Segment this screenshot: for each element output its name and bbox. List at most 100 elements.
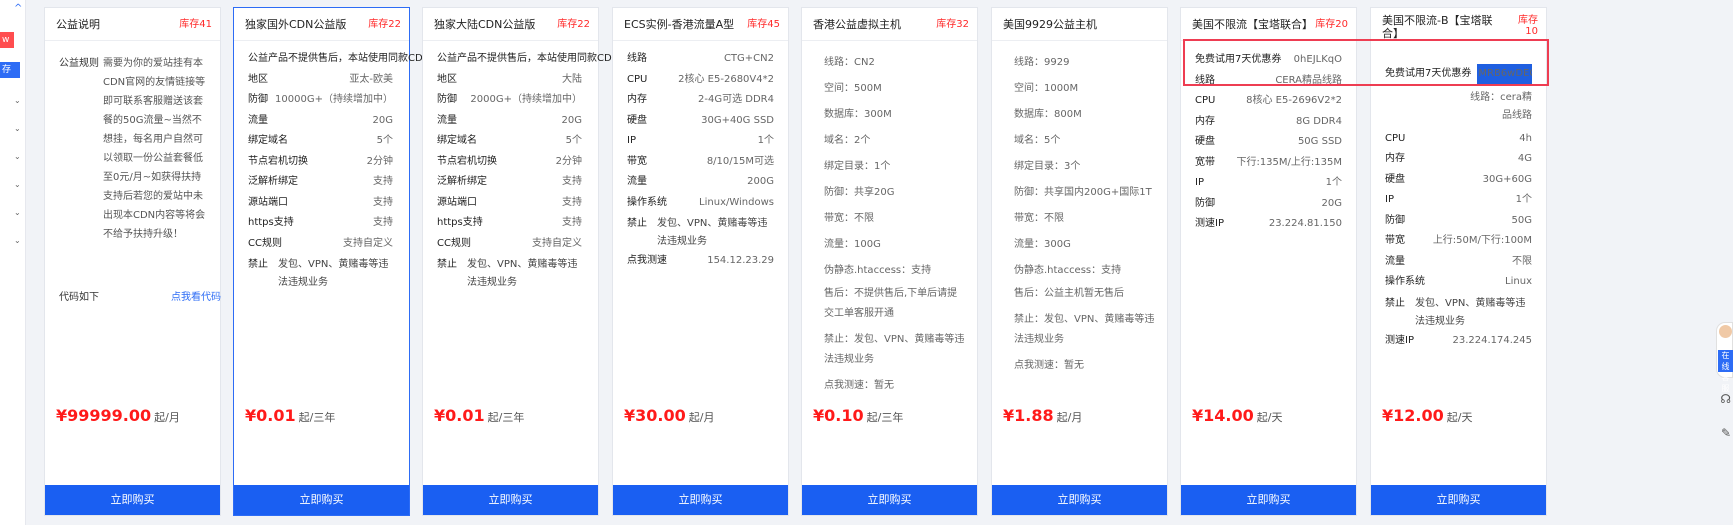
spec-label: https支持 [437,217,483,228]
spec-value: 5个 [376,135,393,146]
spec-value: 不限 [1512,255,1532,267]
spec-value: 支持 [373,176,393,187]
sidebar-tag-new[interactable]: w [0,32,14,48]
spec-row: 公益产品不提供售后，本站使用同款CDN， [437,49,629,70]
card-title: 美国不限流【宝塔联合】 [1192,18,1313,31]
spec-row: CC规则 支持自定义 [437,234,582,255]
spec-line: 域名：5个 [1014,135,1061,146]
spec-value: 30G+40G SSD [701,114,774,126]
card-header: ECS实例-香港流量A型 库存45 [613,8,788,41]
spec-line: 伪静态.htaccess：支持 [1014,265,1122,276]
chevron-down-icon[interactable]: ⌄ [14,180,21,189]
card-title: 美国9929公益主机 [1003,18,1097,31]
view-code-link[interactable]: 点我看代码 [171,288,221,303]
spec-line: 线路：9929 [1014,57,1070,68]
buy-button[interactable]: 立即购买 [423,485,598,515]
buy-button[interactable]: 立即购买 [234,485,409,515]
spec-line: 空间：500M [824,83,882,94]
spec-row: 泛解析绑定 支持 [437,172,582,193]
spec-row: IP 1个 [1385,190,1532,211]
spec-line: 售后：不提供售后,下单后请提交工单客服开通 [824,288,958,319]
spec-line: 绑定目录：1个 [824,161,891,172]
spec-value: 50G [1511,214,1532,226]
spec-row: 内存 4G [1385,149,1532,170]
buy-button[interactable]: 立即购买 [1181,485,1356,515]
spec-label: IP [1385,194,1394,205]
spec-label: 源站端口 [248,196,288,208]
forbidden-label: 禁止 [627,218,647,229]
note-text: 需要为你的爱站挂有本CDN官网的友情链接等即可联系客服赠送该套餐的50G流量~当… [103,58,206,240]
buy-button[interactable]: 立即购买 [992,485,1167,515]
spec-value: 20G [372,114,393,126]
buy-button[interactable]: 立即购买 [45,485,220,515]
spec-row: 防御 2000G+（持续增加中） [437,90,582,111]
spec-label: 硬盘 [627,114,647,126]
forbidden-label: 禁止 [248,259,268,270]
collapse-icon[interactable]: ^ [14,3,22,14]
chevron-down-icon[interactable]: ⌄ [14,152,21,161]
chevron-down-icon[interactable]: ⌄ [14,124,21,133]
spec-label: 操作系统 [627,196,667,208]
spec-label: 流量 [248,114,268,126]
spec-row: 绑定域名 5个 [437,131,582,152]
spec-line: 防御：共享国内200G+国际1T [1014,187,1152,198]
product-card-cdn-mainland: 独家大陆CDN公益版 库存22 公益产品不提供售后，本站使用同款CDN， 地区 大陆… [422,7,629,516]
spec-label: 带宽 [627,155,647,167]
spec-line: 绑定目录：3个 [1014,161,1081,172]
card-title: ECS实例-香港流量A型 [624,18,735,31]
product-card-notice: 公益说明 库存41 公益规则 需要为你的爱站挂有本CDN官网的友情链接等即可联系… [44,7,221,516]
spec-value: 支持 [562,196,582,208]
spec-row: IP 1个 [627,131,774,152]
price-unit: 起/月 [1056,411,1083,424]
spec-value: 支持自定义 [343,237,393,249]
spec-line: 线路：CN2 [824,57,875,68]
price-amount: ¥12.00 [1382,406,1444,425]
card-header: 美国不限流-B【宝塔联合】 库存10 [1371,8,1546,41]
price: ¥99999.00 起/月 [56,406,180,425]
spec-label: 源站端口 [437,196,477,208]
line-row: 线路：cera精品线路 [1385,89,1532,125]
spec-list: 公益产品不提供售后，本站使用同款CDN， 地区 亚太-欧美 防御 10000G+（持续增… [234,49,440,292]
spec-label: CPU [627,73,648,85]
chevron-down-icon[interactable]: ⌄ [14,236,21,245]
headset-icon[interactable]: ☊ [1720,392,1731,406]
forbidden-row: 禁止 发包、VPN、黄赌毒等违法违规业务 [627,215,774,251]
buy-button[interactable]: 立即购买 [802,485,977,515]
speedtest-row: 测速IP 23.224.174.245 [1385,331,1532,352]
card-title: 独家国外CDN公益版 [245,18,347,31]
spec-list: 公益产品不提供售后，本站使用同款CDN， 地区 大陆 防御 2000G+（持续增加中） 流… [423,49,629,292]
spec-row: 宽带 下行:135M/上行:135M [1195,153,1342,174]
spec-value: 2核心 E5-2680V4*2 [678,73,774,85]
spec-row: 源站端口 支持 [248,193,393,214]
spec-row: 流量 20G [248,111,393,132]
sidebar-tag-stock[interactable]: 存 [0,62,20,78]
card-header: 美国9929公益主机 [992,8,1167,41]
chevron-down-icon[interactable]: ⌄ [14,208,21,217]
online-service-badge[interactable]: 在线 客服 [1718,350,1733,393]
spec-list: 线路：9929 空间：1000M 数据库：800M 域名：5个 绑定目录：3个 防御：共享… [992,50,1167,382]
spec-value: 2-4G可选 DDR4 [698,94,774,105]
spec-row: 源站端口 支持 [437,193,582,214]
customer-service-widget[interactable]: 在线 客服 [1716,322,1733,393]
spec-label: 地区 [437,73,457,85]
buy-button[interactable]: 立即购买 [1371,485,1546,515]
spec-value: 大陆 [562,73,582,85]
spec-row: 线路 CTG+CN2 [627,49,774,70]
spec-value: 200G [747,176,774,187]
card-title: 香港公益虚拟主机 [813,18,901,31]
product-card-us-9929: 美国9929公益主机 线路：9929 空间：1000M 数据库：800M 域名：5个绑… [991,7,1168,516]
forbidden-value: 发包、VPN、黄赌毒等违法违规业务 [1415,297,1526,327]
price-amount: ¥14.00 [1192,406,1254,425]
line-value: cera精品线路 [1500,91,1532,121]
buy-button[interactable]: 立即购买 [613,485,788,515]
spec-row: https支持 支持 [437,213,582,234]
spec-value: 2分钟 [366,155,393,167]
spec-row: 防御 10000G+（持续增加中） [248,90,393,111]
spec-value: 8核心 E5-2696V2*2 [1246,95,1342,106]
spec-row: 带宽 上行:50M/下行:100M [1385,231,1532,252]
spec-label: CPU [1195,95,1216,106]
edit-icon[interactable]: ✎ [1721,426,1731,440]
spec-line: 数据库：300M [824,109,892,120]
spec-label: 带宽 [1385,235,1405,246]
chevron-down-icon[interactable]: ⌄ [14,96,21,105]
